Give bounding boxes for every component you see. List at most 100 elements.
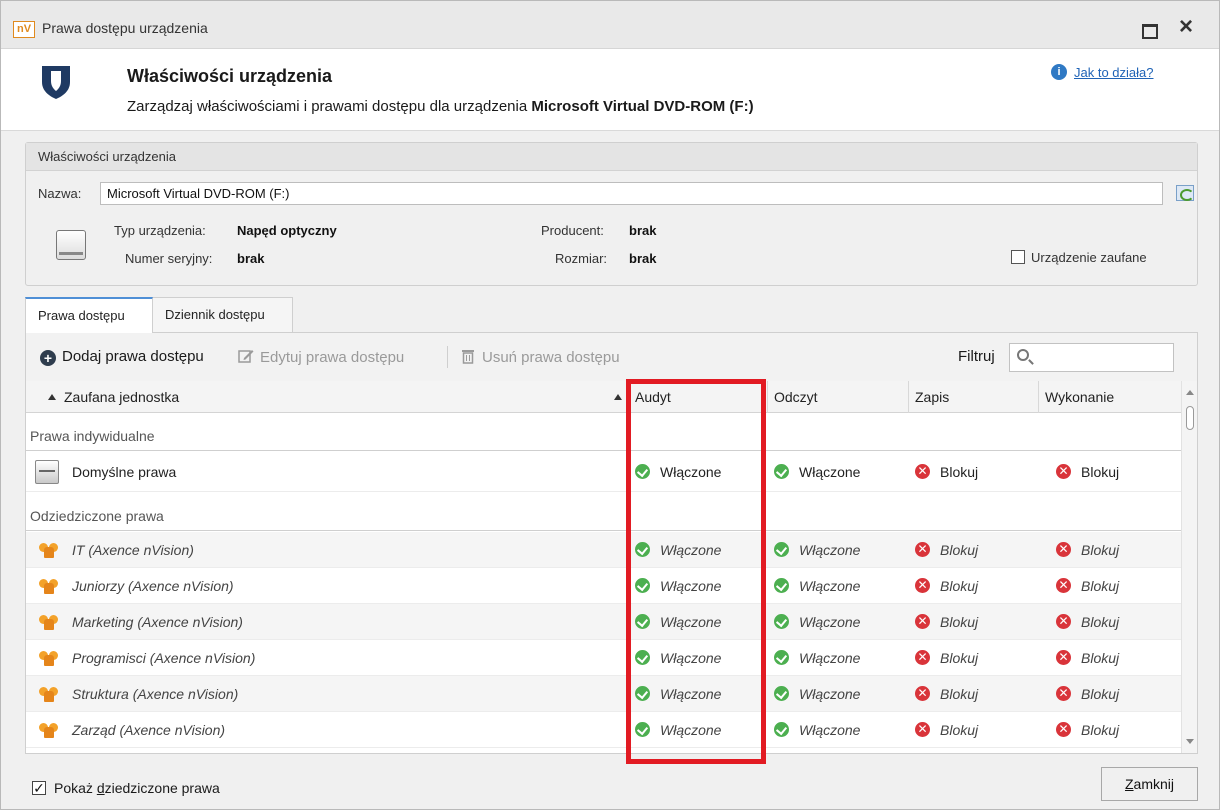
column-header-read[interactable]: Odczyt [768,381,909,413]
execute-cell: ✕ Blokuj [1056,712,1119,747]
title-bar: nV Prawa dostępu urządzenia × [1,1,1219,49]
grid-header: Zaufana jednostka Audyt Odczyt Zapis Wyk… [26,381,1181,413]
sort-asc-icon [614,394,622,400]
read-cell: Włączone [774,568,860,603]
group-users-icon [39,722,59,738]
check-icon [635,578,650,593]
read-cell: Włączone [774,640,860,675]
audit-cell: Włączone [635,712,721,747]
edit-rights-button[interactable]: Edytuj prawa dostępu [238,348,404,366]
tab-access-log[interactable]: Dziennik dostępu [153,297,293,333]
table-row[interactable]: IT (Axence nVision) Włączone Włączone ✕ Blok… [26,532,1181,568]
check-icon [635,614,650,629]
device-name-field[interactable] [100,182,1163,205]
write-cell: ✕ Blokuj [915,568,978,603]
trusted-device-checkbox[interactable] [1011,250,1025,264]
unit-name: IT (Axence nVision) [72,542,194,558]
check-icon [774,542,789,557]
show-inherited-label: Pokaż dziedziczone prawa [54,780,220,796]
block-icon: ✕ [1056,614,1071,629]
unit-name: Domyślne prawa [72,464,177,480]
table-row[interactable]: Zarząd (Axence nVision) Włączone Włączone ✕… [26,712,1181,748]
app-logo-icon: nV [13,21,35,38]
column-header-audit[interactable]: Audyt [629,381,768,413]
window-title: Prawa dostępu urządzenia [42,20,208,36]
check-icon [774,722,789,737]
check-icon [774,650,789,665]
block-icon: ✕ [915,578,930,593]
producer-label: Producent: [541,223,604,238]
trusted-device-label: Urządzenie zaufane [1031,250,1147,265]
block-icon: ✕ [915,542,930,557]
device-type-label: Typ urządzenia: [114,223,206,238]
check-icon [774,686,789,701]
check-icon [635,542,650,557]
scroll-down-icon[interactable] [1186,739,1194,744]
group-users-icon [39,614,59,630]
execute-cell: ✕ Blokuj [1056,568,1119,603]
audit-cell: Włączone [635,604,721,639]
refresh-icon[interactable] [1176,185,1194,201]
device-type-value: Napęd optyczny [237,223,337,238]
group-row-individual: Prawa indywidualne [26,413,1181,451]
audit-cell: Włączone [635,452,721,491]
read-cell: Włączone [774,604,860,639]
write-cell: ✕ Blokuj [915,712,978,747]
trash-icon [462,350,474,364]
write-cell: ✕ Blokuj [915,640,978,675]
read-cell: Włączone [774,532,860,567]
block-icon: ✕ [915,464,930,479]
vertical-scrollbar[interactable] [1181,381,1197,753]
add-rights-button[interactable]: + Dodaj prawa dostępu [40,348,204,366]
close-button[interactable]: Zamknij [1101,767,1198,801]
check-icon [635,722,650,737]
check-icon [774,464,789,479]
scroll-up-icon[interactable] [1186,390,1194,395]
group-users-icon [39,578,59,594]
table-row[interactable]: Juniorzy (Axence nVision) Włączone Włączon… [26,568,1181,604]
block-icon: ✕ [1056,542,1071,557]
scroll-thumb[interactable] [1186,406,1194,430]
column-header-execute[interactable]: Wykonanie [1039,381,1181,413]
execute-cell: ✕ Blokuj [1056,452,1119,491]
unit-name: Struktura (Axence nVision) [72,686,239,702]
unit-name: Zarząd (Axence nVision) [72,722,226,738]
read-cell: Włączone [774,676,860,711]
help-link[interactable]: Jak to działa? [1074,65,1154,80]
table-row-default[interactable]: Domyślne prawa Włączone Włączone ✕ Blokuj… [26,452,1181,492]
group-users-icon [39,686,59,702]
name-label: Nazwa: [38,186,82,201]
computer-icon [35,460,59,484]
unit-name: Juniorzy (Axence nVision) [72,578,234,594]
block-icon: ✕ [915,614,930,629]
filter-input[interactable] [1009,343,1174,372]
table-row[interactable]: Marketing (Axence nVision) Włączone Włączo… [26,604,1181,640]
column-header-unit[interactable]: Zaufana jednostka [26,381,629,413]
device-name: Microsoft Virtual DVD-ROM (F:) [531,98,754,115]
table-row[interactable]: Programisci (Axence nVision) Włączone Włąc… [26,640,1181,676]
close-window-button[interactable]: × [1173,13,1199,41]
execute-cell: ✕ Blokuj [1056,532,1119,567]
block-icon: ✕ [1056,722,1071,737]
write-cell: ✕ Blokuj [915,676,978,711]
audit-cell: Włączone [635,640,721,675]
read-cell: Włączone [774,712,860,747]
delete-rights-button[interactable]: Usuń prawa dostępu [460,348,620,366]
write-cell: ✕ Blokuj [915,452,978,491]
block-icon: ✕ [915,686,930,701]
execute-cell: ✕ Blokuj [1056,604,1119,639]
maximize-button[interactable] [1138,18,1160,40]
show-inherited-checkbox[interactable]: ✓ [32,781,46,795]
block-icon: ✕ [1056,650,1071,665]
column-header-write[interactable]: Zapis [909,381,1039,413]
toolbar: + Dodaj prawa dostępu Edytuj prawa dostęp… [26,333,1197,381]
filter-label: Filtruj [958,348,995,365]
block-icon: ✕ [1056,464,1071,479]
write-cell: ✕ Blokuj [915,604,978,639]
table-row[interactable]: Struktura (Axence nVision) Włączone Włączo… [26,676,1181,712]
check-icon [635,650,650,665]
shield-icon [42,66,70,99]
group-title: Właściwości urządzenia [26,143,1197,171]
check-icon [774,578,789,593]
tab-access-rights[interactable]: Prawa dostępu [25,297,153,333]
